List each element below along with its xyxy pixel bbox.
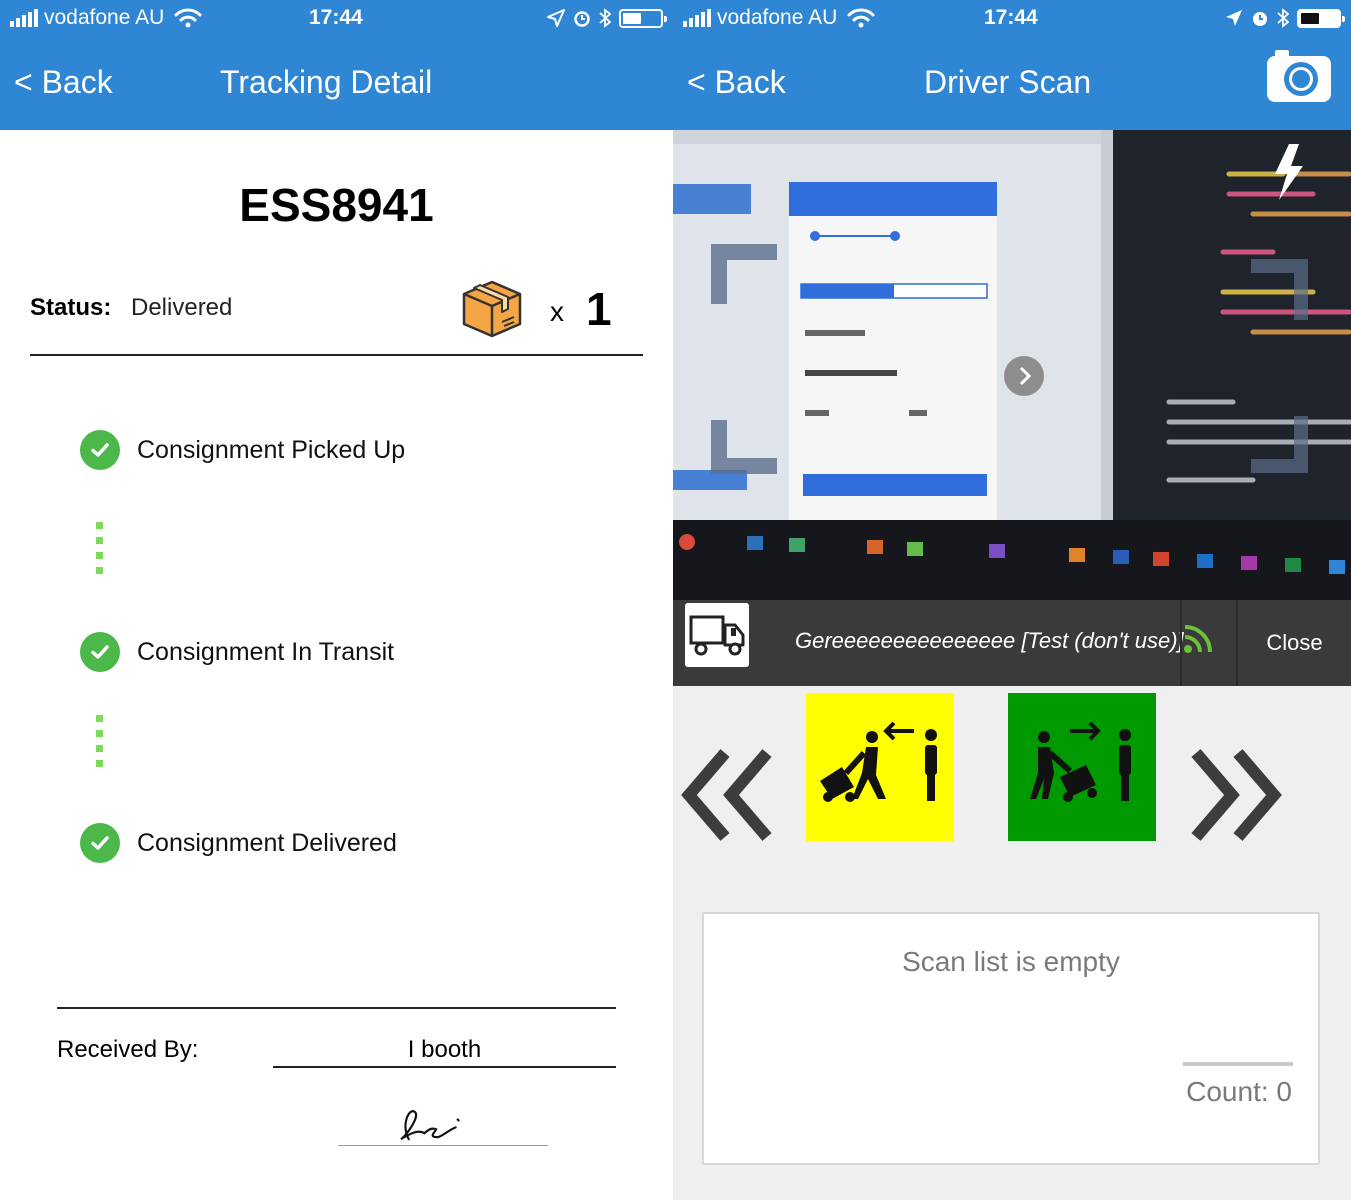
scan-list-empty-text: Scan list is empty bbox=[902, 946, 1120, 977]
chevron-double-left-icon[interactable] bbox=[679, 745, 775, 845]
truck-icon bbox=[685, 603, 749, 667]
step-delivered: Consignment Delivered bbox=[80, 823, 397, 863]
carrier-name: vodafone AU bbox=[717, 6, 838, 29]
divider bbox=[1180, 600, 1182, 686]
status-bar: vodafone AU 17:44 bbox=[673, 0, 1351, 38]
pickup-mode-button[interactable] bbox=[806, 693, 954, 841]
camera-icon[interactable] bbox=[1265, 46, 1333, 104]
step-picked-up: Consignment Picked Up bbox=[80, 430, 405, 470]
signature-image bbox=[338, 1110, 548, 1146]
tracking-detail-screen: vodafone AU 17:44 < Back Tracking Detail… bbox=[0, 0, 673, 1200]
divider bbox=[57, 1007, 616, 1009]
back-button[interactable]: < Back bbox=[14, 64, 113, 101]
tracking-number: ESS8941 bbox=[239, 179, 434, 231]
signal-strength-icon bbox=[683, 9, 711, 27]
step-connector bbox=[96, 522, 104, 582]
clock: 17:44 bbox=[984, 6, 1038, 29]
chevron-double-right-icon[interactable] bbox=[1188, 745, 1284, 845]
driver-scan-screen: vodafone AU 17:44 < Back Driver Scan Ger… bbox=[673, 0, 1351, 1200]
page-title: Driver Scan bbox=[924, 64, 1092, 100]
received-by-label: Received By: bbox=[57, 1036, 199, 1063]
location-arrow-icon bbox=[547, 9, 565, 27]
signal-strength-icon bbox=[10, 9, 38, 27]
step-label: Consignment Picked Up bbox=[137, 435, 406, 464]
step-label: Consignment In Transit bbox=[137, 637, 395, 666]
wifi-icon bbox=[174, 8, 202, 28]
battery-icon bbox=[619, 8, 667, 28]
divider bbox=[1183, 1062, 1293, 1066]
status-label: Status: bbox=[30, 294, 112, 321]
camera-feed-image bbox=[673, 130, 1351, 600]
pickup-mode-icon bbox=[806, 693, 954, 841]
driver-bar: Gereeeeeeeeeeeeeee [Test (don't use)] Cl… bbox=[673, 600, 1351, 686]
close-button[interactable]: Close bbox=[1238, 600, 1351, 686]
location-arrow-icon bbox=[1226, 10, 1242, 26]
check-circle-icon bbox=[80, 632, 120, 672]
nav-bar: vodafone AU 17:44 < Back Tracking Detail bbox=[0, 0, 673, 130]
dropoff-mode-icon bbox=[1008, 693, 1156, 841]
back-button[interactable]: < Back bbox=[687, 64, 786, 101]
status-value: Delivered bbox=[131, 294, 233, 321]
page-title: Tracking Detail bbox=[220, 64, 433, 100]
status-row: Status: Delivered x 1 bbox=[30, 280, 643, 356]
check-circle-icon bbox=[80, 823, 120, 863]
step-connector bbox=[96, 715, 104, 775]
alarm-icon bbox=[1253, 12, 1267, 26]
wifi-icon bbox=[847, 8, 875, 28]
dropoff-mode-button[interactable] bbox=[1008, 693, 1156, 841]
bluetooth-icon bbox=[1277, 8, 1289, 28]
clock: 17:44 bbox=[309, 6, 363, 29]
rss-icon bbox=[1184, 625, 1212, 653]
step-in-transit: Consignment In Transit bbox=[80, 632, 394, 672]
check-circle-icon bbox=[80, 430, 120, 470]
alarm-icon bbox=[574, 11, 590, 27]
scan-count: Count: 0 bbox=[1186, 1076, 1292, 1107]
quantity-prefix: x bbox=[550, 296, 564, 327]
received-by-value: I booth bbox=[273, 1036, 616, 1068]
package-box-icon bbox=[462, 280, 522, 338]
camera-viewfinder[interactable] bbox=[673, 130, 1351, 600]
carrier-name: vodafone AU bbox=[44, 6, 165, 29]
nav-bar: vodafone AU 17:44 < Back Driver Scan bbox=[673, 0, 1351, 130]
scan-list: Scan list is empty Count: 0 bbox=[702, 912, 1320, 1165]
bluetooth-icon bbox=[599, 8, 611, 28]
step-label: Consignment Delivered bbox=[137, 828, 397, 857]
quantity-value: 1 bbox=[586, 283, 612, 335]
driver-name: Gereeeeeeeeeeeeeee [Test (don't use)] bbox=[795, 628, 1184, 653]
battery-icon bbox=[1297, 8, 1345, 28]
status-bar: vodafone AU 17:44 bbox=[0, 0, 673, 38]
